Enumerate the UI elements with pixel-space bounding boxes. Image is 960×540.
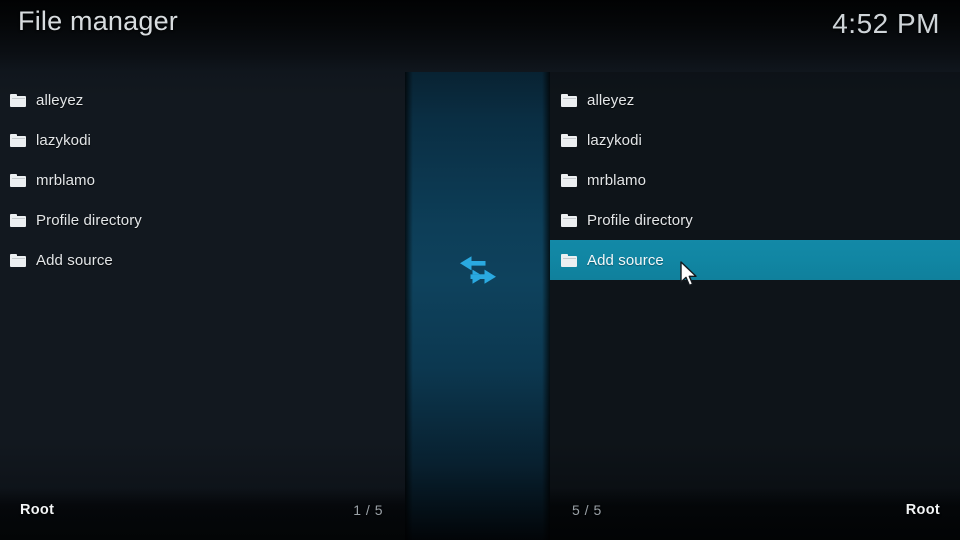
folder-icon: [10, 213, 26, 227]
list-item[interactable]: alleyez: [0, 80, 405, 120]
right-item-counter: 5 / 5: [572, 502, 602, 518]
left-file-list[interactable]: alleyez lazykodi mrblamo Profile directory A…: [0, 80, 405, 280]
list-item-label: mrblamo: [36, 171, 96, 189]
right-file-list[interactable]: alleyez lazykodi mrblamo Profile directory A…: [550, 80, 960, 280]
list-item-label: lazykodi: [587, 131, 642, 149]
list-item[interactable]: Profile directory: [550, 200, 960, 240]
list-item-selected[interactable]: Add source: [550, 240, 960, 280]
folder-icon: [10, 93, 26, 107]
list-item[interactable]: alleyez: [550, 80, 960, 120]
right-status-bar: 5 / 5 Root: [550, 488, 960, 540]
file-manager-window: alleyez lazykodi mrblamo Profile directory A…: [0, 0, 960, 540]
list-item-label: alleyez: [36, 91, 84, 109]
list-item[interactable]: lazykodi: [550, 120, 960, 160]
folder-icon: [10, 133, 26, 147]
left-status-bar: Root 1 / 5: [0, 488, 405, 540]
list-item-label: lazykodi: [36, 131, 91, 149]
list-item[interactable]: mrblamo: [0, 160, 405, 200]
list-item-label: Profile directory: [587, 211, 693, 229]
right-path-label: Root: [905, 502, 940, 518]
clock: 4:52 PM: [832, 8, 940, 39]
list-item[interactable]: mrblamo: [550, 160, 960, 200]
list-item-label: Profile directory: [36, 211, 142, 229]
folder-icon: [561, 253, 577, 267]
list-item-label: mrblamo: [587, 171, 647, 189]
list-item-label: alleyez: [587, 91, 635, 109]
folder-icon: [561, 93, 577, 107]
swap-horizontal-arrows-icon: [459, 256, 496, 284]
list-item-label: Add source: [36, 251, 113, 269]
folder-icon: [10, 253, 26, 267]
folder-icon: [561, 133, 577, 147]
list-item[interactable]: lazykodi: [0, 120, 405, 160]
folder-icon: [10, 173, 26, 187]
list-item[interactable]: Profile directory: [0, 200, 405, 240]
folder-icon: [561, 213, 577, 227]
right-file-panel: alleyez lazykodi mrblamo Profile directory A…: [550, 0, 960, 540]
panel-splitter[interactable]: [405, 0, 550, 540]
list-item[interactable]: Add source: [0, 240, 405, 280]
page-title: File manager: [18, 6, 178, 36]
window-header: File manager 4:52 PM: [0, 0, 960, 72]
left-file-panel: alleyez lazykodi mrblamo Profile directory A…: [0, 0, 405, 540]
folder-icon: [561, 173, 577, 187]
left-path-label: Root: [20, 502, 55, 518]
list-item-label: Add source: [587, 251, 664, 269]
left-item-counter: 1 / 5: [353, 502, 383, 518]
